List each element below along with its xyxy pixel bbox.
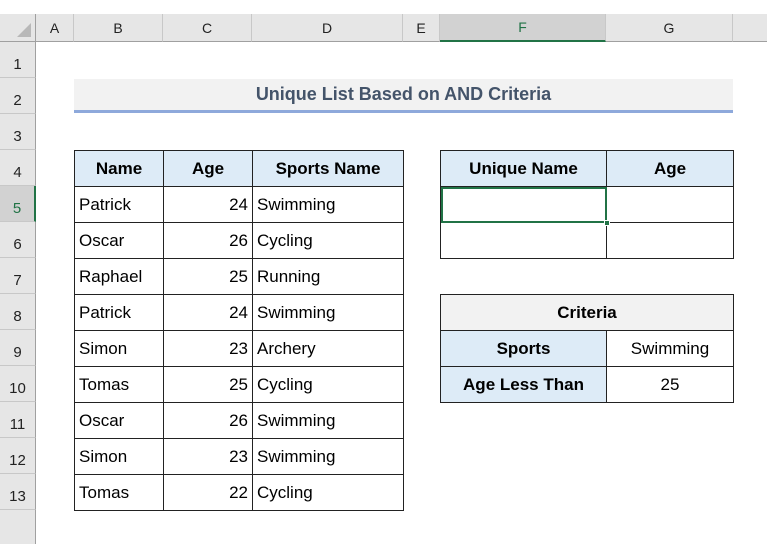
column-header-h[interactable] bbox=[733, 14, 767, 42]
table-row: Tomas 22 Cycling bbox=[74, 474, 404, 511]
criteria-header[interactable]: Criteria bbox=[440, 294, 734, 331]
row-header-filler bbox=[0, 510, 36, 544]
row-header-4[interactable]: 4 bbox=[0, 150, 36, 186]
cell-age[interactable]: 23 bbox=[163, 330, 253, 367]
cell-name[interactable]: Simon bbox=[74, 438, 164, 475]
cell-age[interactable]: 24 bbox=[163, 186, 253, 223]
cell-result-age[interactable] bbox=[606, 186, 734, 223]
table-row: Tomas 25 Cycling bbox=[74, 366, 404, 403]
cell-sport[interactable]: Swimming bbox=[252, 186, 404, 223]
cell-sport[interactable]: Cycling bbox=[252, 222, 404, 259]
cell-name[interactable]: Raphael bbox=[74, 258, 164, 295]
row-header-5[interactable]: 5 bbox=[0, 186, 36, 222]
table-row: Simon 23 Archery bbox=[74, 330, 404, 367]
criteria-row: Sports Swimming bbox=[440, 330, 734, 367]
row-header-1[interactable]: 1 bbox=[0, 42, 36, 78]
table-row bbox=[440, 222, 734, 259]
cell-age[interactable]: 25 bbox=[163, 258, 253, 295]
cell-name[interactable]: Simon bbox=[74, 330, 164, 367]
criteria-value-sports[interactable]: Swimming bbox=[606, 330, 734, 367]
criteria-label-sports[interactable]: Sports bbox=[440, 330, 607, 367]
row-header-7[interactable]: 7 bbox=[0, 258, 36, 294]
table-row: Oscar 26 Swimming bbox=[74, 402, 404, 439]
row-header-9[interactable]: 9 bbox=[0, 330, 36, 366]
row-header-2[interactable]: 2 bbox=[0, 78, 36, 114]
cell-sport[interactable]: Swimming bbox=[252, 402, 404, 439]
table-row bbox=[440, 186, 734, 226]
cell-unique-name[interactable] bbox=[440, 222, 607, 259]
cell-sport[interactable]: Cycling bbox=[252, 366, 404, 403]
cell-age[interactable]: 26 bbox=[163, 402, 253, 439]
row-header-12[interactable]: 12 bbox=[0, 438, 36, 474]
select-all-triangle-icon bbox=[17, 23, 31, 37]
cell-age[interactable]: 26 bbox=[163, 222, 253, 259]
column-header-e[interactable]: E bbox=[403, 14, 440, 42]
header-result-age[interactable]: Age bbox=[606, 150, 734, 187]
criteria-label-age[interactable]: Age Less Than bbox=[440, 366, 607, 403]
table-row: Patrick 24 Swimming bbox=[74, 294, 404, 331]
criteria-header-row: Criteria bbox=[440, 294, 734, 331]
row-header-3[interactable]: 3 bbox=[0, 114, 36, 150]
row-header-10[interactable]: 10 bbox=[0, 366, 36, 402]
cell-name[interactable]: Patrick bbox=[74, 186, 164, 223]
active-cell-f5[interactable] bbox=[440, 186, 610, 226]
cell-sport[interactable]: Running bbox=[252, 258, 404, 295]
table-row: Raphael 25 Running bbox=[74, 258, 404, 295]
table-row: Oscar 26 Cycling bbox=[74, 222, 404, 259]
column-header-c[interactable]: C bbox=[163, 14, 252, 42]
cell-age[interactable]: 25 bbox=[163, 366, 253, 403]
cell-name[interactable]: Tomas bbox=[74, 366, 164, 403]
column-header-g[interactable]: G bbox=[606, 14, 733, 42]
column-header-b[interactable]: B bbox=[74, 14, 163, 42]
column-header-a[interactable]: A bbox=[36, 14, 74, 42]
data-table-header-row: Name Age Sports Name bbox=[74, 150, 404, 187]
header-unique-name[interactable]: Unique Name bbox=[440, 150, 607, 187]
criteria-value-age[interactable]: 25 bbox=[606, 366, 734, 403]
cell-sport[interactable]: Cycling bbox=[252, 474, 404, 511]
cell-name[interactable]: Oscar bbox=[74, 402, 164, 439]
row-header-13[interactable]: 13 bbox=[0, 474, 36, 510]
criteria-table: Criteria Sports Swimming Age Less Than 2… bbox=[440, 294, 734, 403]
header-name[interactable]: Name bbox=[74, 150, 164, 187]
row-header-8[interactable]: 8 bbox=[0, 294, 36, 330]
cell-age[interactable]: 22 bbox=[163, 474, 253, 511]
ribbon-edge bbox=[0, 0, 767, 14]
criteria-row: Age Less Than 25 bbox=[440, 366, 734, 403]
cell-name[interactable]: Oscar bbox=[74, 222, 164, 259]
column-header-d[interactable]: D bbox=[252, 14, 403, 42]
result-table-header-row: Unique Name Age bbox=[440, 150, 734, 187]
cell-age[interactable]: 24 bbox=[163, 294, 253, 331]
row-header-6[interactable]: 6 bbox=[0, 222, 36, 258]
cell-name[interactable]: Patrick bbox=[74, 294, 164, 331]
fill-handle[interactable] bbox=[604, 220, 610, 226]
select-all-button[interactable] bbox=[0, 14, 36, 42]
column-header-f[interactable]: F bbox=[440, 14, 606, 42]
header-age[interactable]: Age bbox=[163, 150, 253, 187]
data-table: Name Age Sports Name Patrick 24 Swimming O… bbox=[74, 150, 404, 511]
table-row: Patrick 24 Swimming bbox=[74, 186, 404, 223]
result-table: Unique Name Age bbox=[440, 150, 734, 259]
cell-age[interactable]: 23 bbox=[163, 438, 253, 475]
cell-sport[interactable]: Swimming bbox=[252, 294, 404, 331]
cell-name[interactable]: Tomas bbox=[74, 474, 164, 511]
table-row: Simon 23 Swimming bbox=[74, 438, 404, 475]
cell-result-age[interactable] bbox=[606, 222, 734, 259]
cell-sport[interactable]: Swimming bbox=[252, 438, 404, 475]
cell-sport[interactable]: Archery bbox=[252, 330, 404, 367]
sheet-title[interactable]: Unique List Based on AND Criteria bbox=[74, 79, 733, 113]
row-header-11[interactable]: 11 bbox=[0, 402, 36, 438]
header-sports-name[interactable]: Sports Name bbox=[252, 150, 404, 187]
